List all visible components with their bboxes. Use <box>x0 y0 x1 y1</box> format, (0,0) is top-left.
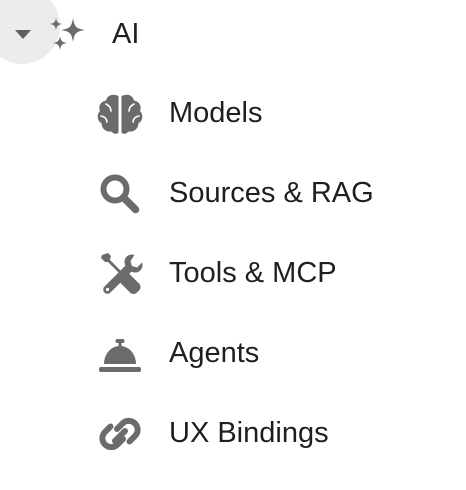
nav-item-ux-bindings[interactable]: UX Bindings <box>88 402 448 466</box>
ai-nav-tree: AI Models Sources & RAG Tools & MCP Agen… <box>0 0 466 490</box>
nav-item-label: UX Bindings <box>169 417 329 449</box>
search-icon <box>100 174 140 214</box>
nav-item-sources-rag[interactable]: Sources & RAG <box>88 162 448 226</box>
group-label: AI <box>112 18 140 50</box>
link-icon <box>99 417 141 451</box>
nav-item-tools-mcp[interactable]: Tools & MCP <box>88 242 448 306</box>
group-header-ai[interactable]: AI <box>0 0 466 72</box>
nav-item-label: Models <box>169 97 263 129</box>
tools-icon <box>101 253 143 294</box>
nav-item-label: Agents <box>169 337 260 369</box>
brain-icon <box>97 94 143 134</box>
service-bell-icon <box>99 339 141 372</box>
sparkles-icon <box>50 18 85 50</box>
nav-item-label: Tools & MCP <box>169 257 337 289</box>
caret-down-icon <box>15 30 31 39</box>
nav-item-label: Sources & RAG <box>169 177 374 209</box>
nav-item-models[interactable]: Models <box>88 82 448 146</box>
nav-item-agents[interactable]: Agents <box>88 322 448 386</box>
